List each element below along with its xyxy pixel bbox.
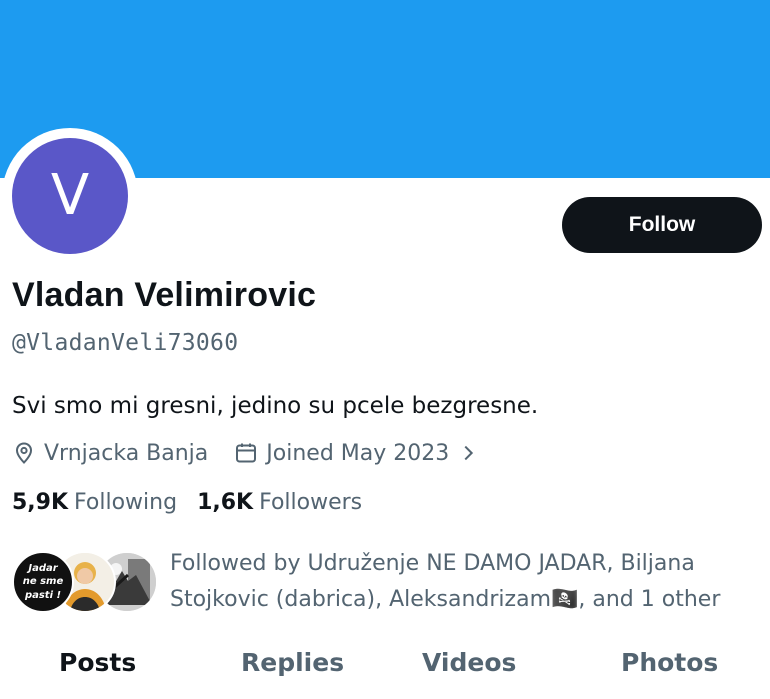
following-label: Following	[74, 490, 178, 515]
followed-by-avatars[interactable]: Jadar ne sme pasti !	[12, 551, 158, 615]
tab-posts[interactable]: Posts	[59, 648, 136, 677]
location-text: Vrnjacka Banja	[44, 440, 209, 466]
joined-date[interactable]: Joined May 2023	[234, 441, 479, 466]
followers-count: 1,6K	[197, 490, 254, 515]
follower-avatar-1: Jadar ne sme pasti !	[12, 551, 74, 613]
avatar-letter: V	[50, 163, 90, 228]
avatar1-line-2: ne sme	[22, 576, 64, 588]
bio: Svi smo mi gresni, jedino su pcele bezgr…	[12, 393, 539, 419]
avatar1-line-3: pasti !	[24, 589, 62, 601]
calendar-icon	[236, 443, 257, 463]
following-count: 5,9K	[12, 490, 69, 515]
follow-counts: 5,9K Following 1,6K Followers	[12, 490, 382, 515]
location-pin-icon	[15, 442, 33, 464]
tab-videos[interactable]: Videos	[422, 648, 516, 677]
location: Vrnjacka Banja	[12, 441, 208, 466]
followed-by-text[interactable]: Followed by Udruženje NE DAMO JADAR, Bil…	[170, 546, 760, 618]
following-link[interactable]: 5,9K Following	[12, 490, 177, 515]
follow-button[interactable]: Follow	[562, 197, 762, 253]
chevron-right-icon	[464, 445, 474, 461]
user-handle: @VladanVeli73060	[12, 330, 239, 356]
followers-link[interactable]: 1,6K Followers	[197, 490, 362, 515]
profile-meta: Vrnjacka Banja Joined May 2023	[12, 437, 505, 469]
tab-replies[interactable]: Replies	[241, 648, 344, 677]
avatar[interactable]: V	[12, 138, 128, 254]
joined-text: Joined May 2023	[266, 440, 450, 466]
profile-tabs: Posts Replies Videos Photos	[0, 640, 770, 699]
avatar1-line-1: Jadar	[28, 562, 58, 574]
display-name: Vladan Velimirovic	[12, 276, 317, 314]
followers-label: Followers	[259, 490, 363, 515]
tab-photos[interactable]: Photos	[621, 648, 718, 677]
